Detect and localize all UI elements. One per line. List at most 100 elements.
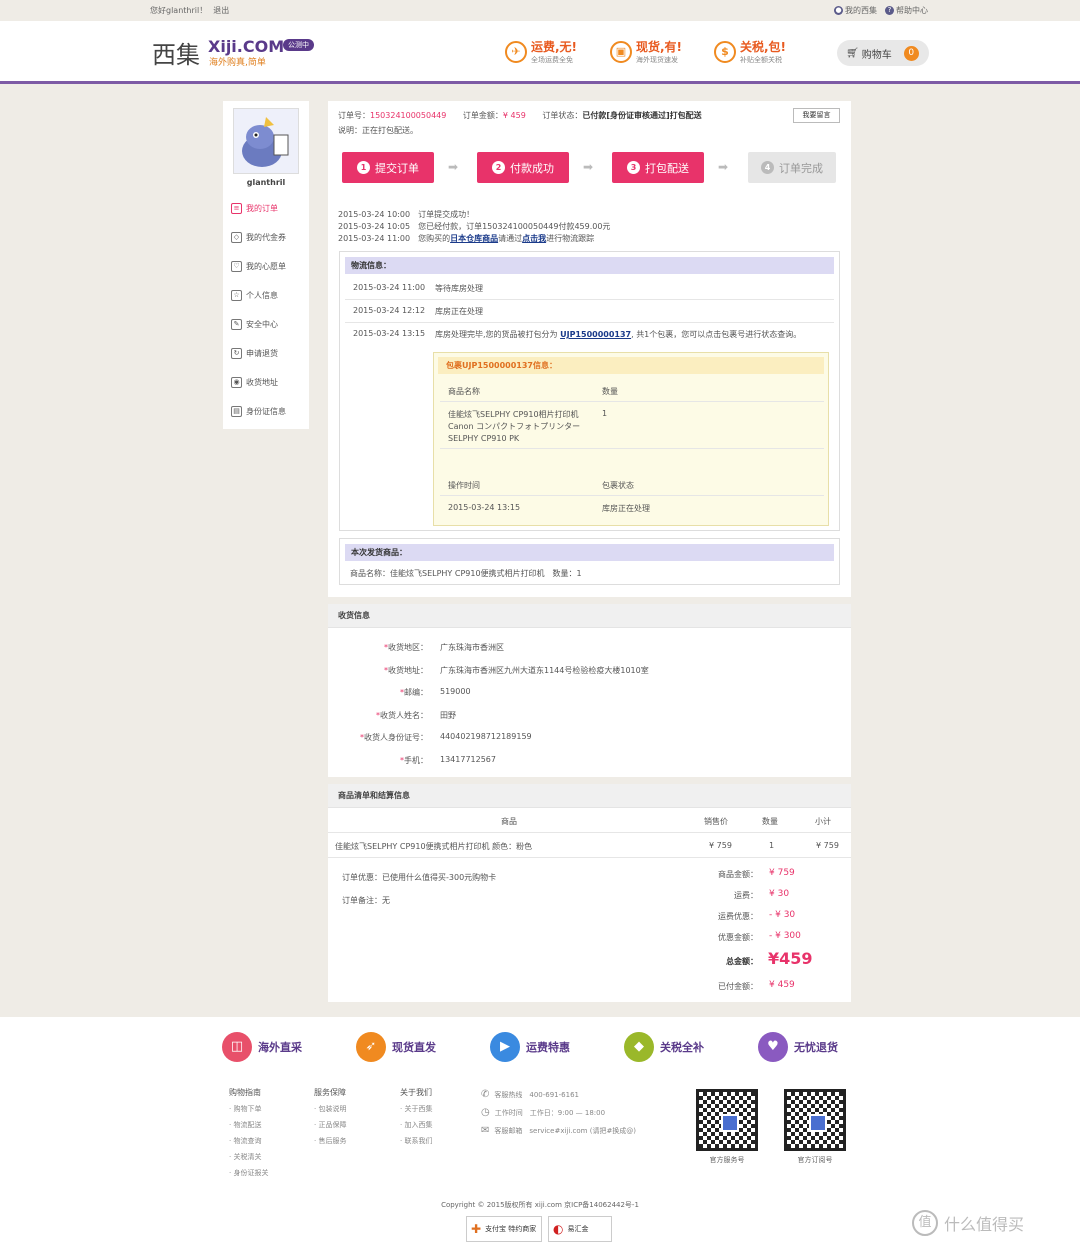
cart-icon: 🛒︎ [846, 47, 859, 59]
help-link[interactable]: ? 帮助中心 [885, 5, 928, 16]
qr-code-subscribe: 官方订阅号 [784, 1089, 846, 1165]
footer-about: 关于我们 · 关于西集 · 加入西集 · 联系我们 [400, 1085, 432, 1149]
feature-shipping[interactable]: ▶ 运费特惠 [490, 1032, 570, 1062]
paid-amount: ¥ 459 [769, 980, 795, 990]
help-icon: ? [885, 6, 894, 15]
step-submit: 1 提交订单 [342, 152, 434, 183]
greeting: 您好glanthril！ [150, 6, 208, 15]
goods-title: 商品清单和结算信息 [328, 784, 851, 808]
step-paid: 2 付款成功 [477, 152, 569, 183]
sidebar-item-wishlist[interactable]: ♡ 我的心愿单 [231, 259, 286, 273]
bag-icon: ◫ [222, 1032, 252, 1062]
logistics-title: 物流信息： [345, 257, 834, 274]
phone-icon: ✆ [481, 1089, 490, 1100]
sidebar-item-profile[interactable]: ☆ 个人信息 [231, 288, 278, 302]
beta-badge: 公测中 [283, 39, 314, 51]
alipay-cert[interactable]: ✚ 支付宝 特约商家 [466, 1216, 542, 1242]
watermark-icon: 值 [912, 1210, 938, 1236]
footer-link[interactable]: · 正品保障 [314, 1117, 346, 1133]
username: glanthril [246, 178, 286, 187]
footer-link[interactable]: · 物流查询 [229, 1133, 268, 1149]
leave-message-button[interactable]: 我要留言 [793, 108, 840, 123]
receiver-region: 广东珠海市香洲区 [440, 643, 504, 652]
tracking-link[interactable]: 点击我 [522, 234, 546, 243]
edit-icon: ✎ [231, 318, 242, 330]
receiver-panel: 收货信息 *收货地区： 广东珠海市香洲区 *收货地址： 广东珠海市香洲区九州大道东1… [328, 604, 851, 777]
receiver-zip: 519000 [440, 687, 471, 696]
log-entry: 2015-03-24 10:00 订单提交成功！ [338, 210, 475, 219]
feature-tax[interactable]: ◆ 关税全补 [624, 1032, 704, 1062]
clock-icon: ◷ [481, 1107, 490, 1118]
footer-link[interactable]: · 联系我们 [400, 1133, 432, 1149]
footer-service: 服务保障 · 包装说明 · 正品保障 · 售后服务 [314, 1085, 346, 1149]
order-note: 说明：正在打包配送。 [338, 126, 418, 135]
copyright: Copyright © 2015版权所有 xiji.com 京ICP备14062… [441, 1201, 639, 1209]
location-icon: ◉ [231, 376, 242, 388]
receiver-id: 440402198712189159 [440, 732, 532, 741]
footer-link[interactable]: · 购物下单 [229, 1101, 268, 1117]
feature-direct[interactable]: ◫ 海外直采 [222, 1032, 302, 1062]
footer-contact: ✆ 客服热线 400-691-6161 ◷ 工作时间 工作日：9:00 — 18:0… [481, 1089, 637, 1136]
promo-shipping: ✈ 运费,无! 全场运费全免 [505, 38, 577, 65]
sidebar-item-address[interactable]: ◉ 收货地址 [231, 375, 278, 389]
footer-link[interactable]: · 售后服务 [314, 1133, 346, 1149]
watermark: 值什么值得买 [912, 1210, 1024, 1236]
receiver-phone: 13417712567 [440, 755, 496, 764]
feature-returns[interactable]: ♥ 无忧退货 [758, 1032, 838, 1062]
sidebar-item-coupons[interactable]: ◇ 我的代金券 [231, 230, 286, 244]
logistics-row: 2015-03-24 11:00 等待库房处理 [353, 283, 483, 293]
top-bar: 您好glanthril！ 退出 ● 我的西集 ? 帮助中心 [0, 0, 1080, 21]
receiver-name: 田野 [440, 711, 456, 720]
order-number: 150324100050449 [370, 111, 447, 120]
promo-tax: $ 关税,包! 补贴全额关税 [714, 38, 786, 65]
arrow-icon: ➡ [718, 160, 729, 174]
star-icon: ☆ [231, 289, 242, 301]
return-icon: ↻ [231, 347, 242, 359]
logout-link[interactable]: 退出 [213, 6, 229, 15]
package-title: 包裹UJP1500000137信息： [438, 357, 824, 374]
feature-stock[interactable]: ➶ 现货直发 [356, 1032, 436, 1062]
footer-link[interactable]: · 关于西集 [400, 1101, 432, 1117]
coupon-icon: ◇ [231, 231, 242, 243]
order-status: 已付款[身份证审核通过]打包配送 [582, 111, 702, 120]
sidebar-item-returns[interactable]: ↻ 申请退货 [231, 346, 278, 360]
truck-icon: ▶ [490, 1032, 520, 1062]
footer-link[interactable]: · 包装说明 [314, 1101, 346, 1117]
order-panel: 订单号：150324100050449 订单金额：¥ 459 订单状态：已付款[… [328, 101, 851, 597]
plane-icon: ✈ [505, 40, 527, 63]
promo-stock: ▣ 现货,有! 海外现货速发 [610, 38, 682, 65]
package-link[interactable]: UJP1500000137 [560, 330, 631, 339]
arrow-icon: ➡ [448, 160, 459, 174]
warehouse-link[interactable]: 日本仓库商品 [450, 234, 498, 243]
shield-icon: ◆ [624, 1032, 654, 1062]
step-complete: 4 订单完成 [748, 152, 836, 183]
sidebar-item-security[interactable]: ✎ 安全中心 [231, 317, 278, 331]
shipment-item: 商品名称：佳能炫飞SELPHY CP910便携式相片打印机 数量：1 [350, 569, 582, 578]
logo[interactable]: 西集 Xiji.COM 海外购真,简单 公测中 [152, 35, 314, 70]
avatar[interactable] [233, 108, 299, 174]
order-amount: ¥ 459 [502, 111, 526, 120]
footer-link[interactable]: · 加入西集 [400, 1117, 432, 1133]
mail-icon: ✉ [481, 1125, 490, 1136]
footer-link[interactable]: · 身份证报关 [229, 1165, 268, 1181]
cart-count: 0 [903, 45, 919, 61]
receiver-address: 广东珠海市香洲区九州大道东1144号检验检疫大楼1010室 [440, 666, 649, 675]
id-icon: ▤ [231, 405, 242, 417]
receiver-title: 收货信息 [328, 604, 851, 628]
sidebar-item-idcard[interactable]: ▤ 身份证信息 [231, 404, 286, 418]
sidebar-item-orders[interactable]: ≡ 我的订单 [231, 201, 278, 215]
goods-item[interactable]: 佳能炫飞SELPHY CP910便携式相片打印机 颜色：粉色 [335, 841, 532, 852]
order-icon: ≡ [231, 202, 242, 214]
money-icon: $ [714, 40, 736, 63]
cart-button[interactable]: 🛒︎ 购物车 0 [837, 40, 929, 66]
yihuijin-cert[interactable]: ◐ 易汇金 [548, 1216, 612, 1242]
footer-guide: 购物指南 · 购物下单 · 物流配送 · 物流查询 · 关税清关 · 身份证报关 [229, 1085, 268, 1181]
arrow-icon: ➡ [583, 160, 594, 174]
goods-panel: 商品清单和结算信息 商品 销售价 数量 小计 佳能炫飞SELPHY CP910便… [328, 784, 851, 1002]
order-summary: 订单号：150324100050449 订单金额：¥ 459 订单状态：已付款[… [338, 111, 702, 120]
rocket-icon: ➶ [356, 1032, 386, 1062]
footer-link[interactable]: · 物流配送 [229, 1117, 268, 1133]
my-xiji-link[interactable]: ● 我的西集 [834, 5, 877, 16]
footer-link[interactable]: · 关税清关 [229, 1149, 268, 1165]
heart-icon: ♥ [758, 1032, 788, 1062]
